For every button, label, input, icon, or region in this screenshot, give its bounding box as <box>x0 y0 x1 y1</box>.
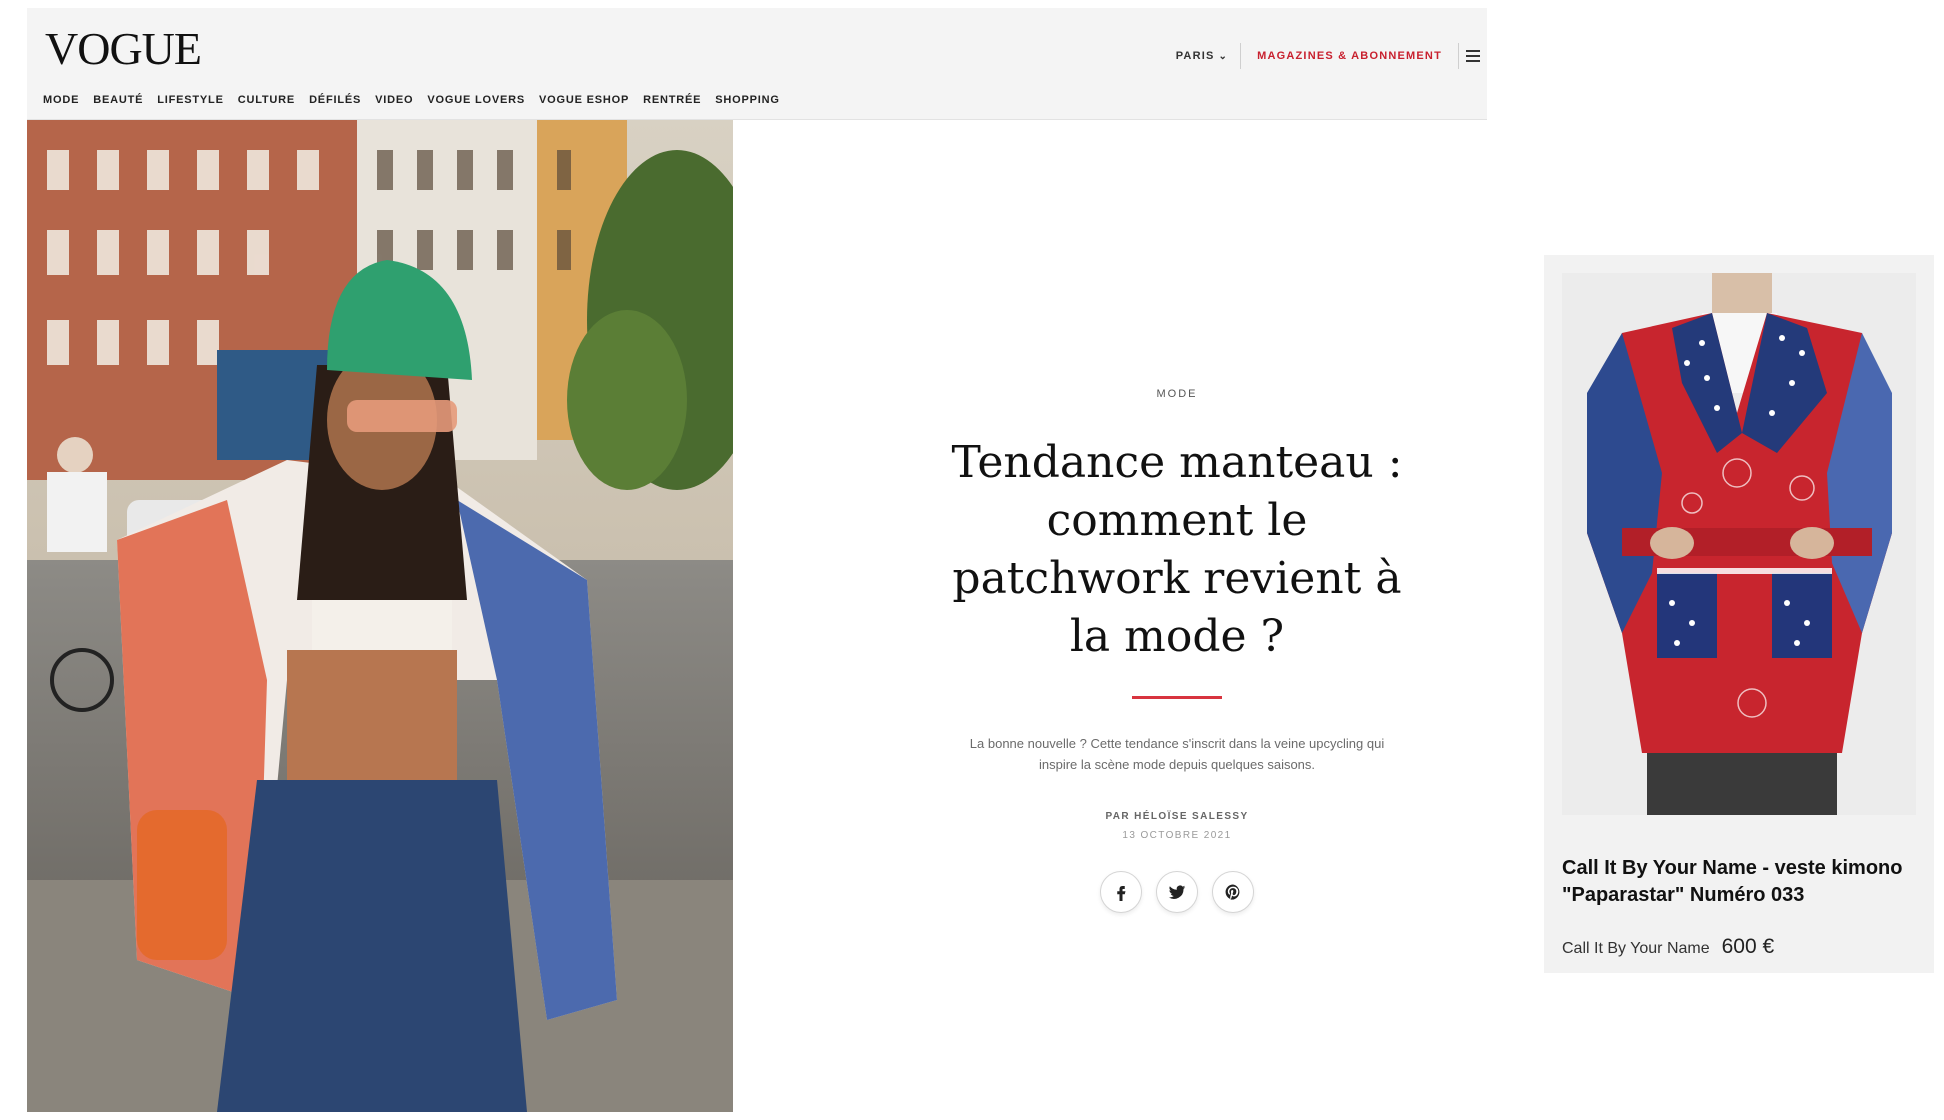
nav-item-shopping[interactable]: SHOPPING <box>715 94 779 106</box>
headline-divider <box>1132 696 1222 699</box>
hamburger-menu-icon[interactable] <box>1459 42 1487 70</box>
article-headline: Tendance manteau : comment le patchwork … <box>951 437 1403 662</box>
edition-label: PARIS <box>1175 50 1215 62</box>
product-name[interactable]: Call It By Your Name - veste kimono "Pap… <box>1562 855 1922 909</box>
share-buttons <box>887 871 1467 913</box>
article-dek: La bonne nouvelle ? Cette tendance s'ins… <box>969 736 1385 772</box>
hero-street-style-photo <box>27 120 733 1112</box>
vogue-logo[interactable]: VOGUE <box>45 26 202 72</box>
pinterest-icon <box>1225 884 1240 900</box>
nav-item-video[interactable]: VIDEO <box>375 94 413 106</box>
chevron-down-icon: ⌄ <box>1218 50 1229 62</box>
nav-item-vogue-eshop[interactable]: VOGUE ESHOP <box>539 94 629 106</box>
share-twitter-button[interactable] <box>1156 871 1198 913</box>
product-photo[interactable] <box>1562 273 1916 815</box>
nav-item-culture[interactable]: CULTURE <box>238 94 295 106</box>
subscribe-link[interactable]: MAGAZINES & ABONNEMENT <box>1241 50 1458 62</box>
nav-item-vogue-lovers[interactable]: VOGUE LOVERS <box>427 94 525 106</box>
product-card[interactable]: Call It By Your Name - veste kimono "Pap… <box>1544 255 1934 973</box>
product-price: 600 € <box>1721 935 1775 958</box>
article-byline[interactable]: PAR HÉLOÏSE SALESSY <box>887 811 1467 822</box>
share-facebook-button[interactable] <box>1100 871 1142 913</box>
nav-item-beaute[interactable]: BEAUTÉ <box>93 94 143 106</box>
nav-item-lifestyle[interactable]: LIFESTYLE <box>157 94 223 106</box>
nav-item-mode[interactable]: MODE <box>43 94 79 106</box>
share-pinterest-button[interactable] <box>1212 871 1254 913</box>
nav-item-rentree[interactable]: RENTRÉE <box>643 94 701 106</box>
facebook-icon <box>1117 886 1126 901</box>
article-date: 13 OCTOBRE 2021 <box>1122 830 1232 841</box>
edition-selector[interactable]: PARIS ⌄ <box>1164 50 1240 62</box>
article-category[interactable]: MODE <box>887 388 1467 400</box>
product-meta: Call It By Your Name 600 € <box>1562 935 1774 959</box>
twitter-icon <box>1168 885 1186 899</box>
vogue-article-page: VOGUE PARIS ⌄ MAGAZINES & ABONNEMENT MOD… <box>27 8 1487 1112</box>
header-actions: PARIS ⌄ MAGAZINES & ABONNEMENT <box>1164 36 1487 76</box>
main-nav: MODE BEAUTÉ LIFESTYLE CULTURE DÉFILÉS VI… <box>43 91 780 109</box>
nav-item-defiles[interactable]: DÉFILÉS <box>309 94 361 106</box>
product-brand: Call It By Your Name <box>1562 940 1710 957</box>
article-header: MODE Tendance manteau : comment le patch… <box>887 388 1467 913</box>
site-header: VOGUE PARIS ⌄ MAGAZINES & ABONNEMENT MOD… <box>27 8 1487 120</box>
